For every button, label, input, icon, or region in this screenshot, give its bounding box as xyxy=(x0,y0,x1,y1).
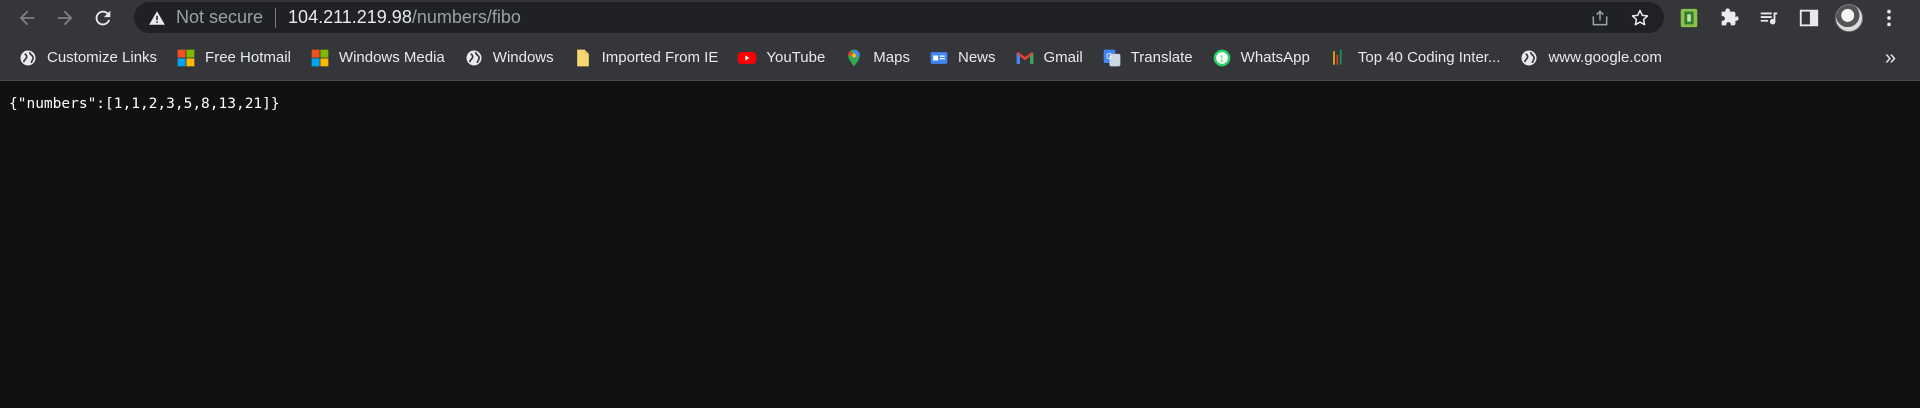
bookmark-item[interactable]: Free Hotmail xyxy=(176,42,300,74)
green-extension-icon xyxy=(1680,8,1698,27)
bookmark-item[interactable]: Imported From IE xyxy=(573,42,728,74)
bookmark-item[interactable]: Top 40 Coding Inter... xyxy=(1329,42,1510,74)
bookmark-item[interactable]: Windows Media xyxy=(310,42,454,74)
svg-text:1: 1 xyxy=(1219,54,1224,63)
arrow-left-icon xyxy=(19,10,35,25)
side-panel-icon xyxy=(1799,9,1819,26)
forward-button[interactable] xyxy=(46,0,84,35)
reload-icon xyxy=(95,10,111,25)
security-status[interactable]: Not secure xyxy=(176,7,263,28)
bookmarks-bar: Customize Links Free Hotmail Windows Media… xyxy=(0,35,1920,81)
bookmark-label: Maps xyxy=(873,49,910,66)
gmail-icon xyxy=(1015,48,1035,68)
menu-button[interactable] xyxy=(1872,0,1906,35)
extensions-area xyxy=(1672,0,1906,35)
json-response: {"numbers":[1,1,2,3,5,8,13,21]} xyxy=(9,96,280,112)
bookmark-label: News xyxy=(957,49,996,66)
media-button[interactable] xyxy=(1752,0,1786,35)
arrow-right-icon xyxy=(57,10,73,25)
url-path: /numbers/fibo xyxy=(411,7,521,27)
reload-button[interactable] xyxy=(84,0,122,35)
translate-icon: G xyxy=(1102,48,1122,68)
globe-icon xyxy=(1519,48,1539,68)
globe-icon xyxy=(18,48,38,68)
maps-icon xyxy=(844,48,864,68)
youtube-icon xyxy=(737,48,757,68)
browser-toolbar: Not secure 104.211.219.98/numbers/fibo xyxy=(0,0,1920,35)
bookmark-label: Translate xyxy=(1130,49,1193,66)
extensions-button[interactable] xyxy=(1712,0,1746,35)
bookmark-item[interactable]: Customize Links xyxy=(18,42,166,74)
side-panel-button[interactable] xyxy=(1792,0,1826,35)
bookmark-item[interactable]: News xyxy=(929,42,1005,74)
more-bookmarks-button[interactable]: » xyxy=(1885,35,1896,81)
url-host: 104.211.219.98 xyxy=(288,7,412,27)
bookmark-label: Free Hotmail xyxy=(205,49,291,66)
page-content: {"numbers":[1,1,2,3,5,8,13,21]} xyxy=(0,82,1920,408)
bookmark-item[interactable]: Windows xyxy=(464,42,563,74)
bookmark-item[interactable]: Gmail xyxy=(1015,42,1092,74)
bookmark-item[interactable]: YouTube xyxy=(737,42,834,74)
share-icon[interactable] xyxy=(1590,8,1610,28)
omnibox-divider xyxy=(275,7,277,28)
globe-icon xyxy=(464,48,484,68)
extension-button[interactable] xyxy=(1672,0,1706,35)
profile-button[interactable] xyxy=(1832,0,1866,35)
microsoft-icon xyxy=(310,48,330,68)
bookmark-label: Top 40 Coding Inter... xyxy=(1357,49,1501,66)
bookmark-label: www.google.com xyxy=(1548,49,1662,66)
warning-icon xyxy=(149,10,165,25)
chart-bars-icon xyxy=(1329,48,1349,68)
address-bar[interactable]: Not secure 104.211.219.98/numbers/fibo xyxy=(134,2,1664,33)
bookmark-item[interactable]: www.google.com xyxy=(1519,42,1670,74)
folder-icon xyxy=(573,48,593,68)
bookmark-label: Customize Links xyxy=(47,49,158,66)
back-button[interactable] xyxy=(8,0,46,35)
bookmark-label: Gmail xyxy=(1043,49,1083,66)
bookmark-label: Imported From IE xyxy=(601,49,719,66)
bookmark-label: Windows Media xyxy=(338,49,445,66)
kebab-menu-icon xyxy=(1887,9,1891,26)
svg-text:G: G xyxy=(1106,51,1112,60)
news-icon xyxy=(929,48,949,68)
star-icon[interactable] xyxy=(1630,8,1650,28)
avatar xyxy=(1835,3,1863,32)
bookmark-label: YouTube xyxy=(766,49,826,66)
whatsapp-icon: 1 xyxy=(1212,48,1232,68)
bookmark-label: WhatsApp xyxy=(1240,49,1310,66)
omnibox-actions xyxy=(1590,2,1650,33)
bookmark-item[interactable]: Maps xyxy=(844,42,919,74)
bookmark-label: Windows xyxy=(492,49,554,66)
music-queue-icon xyxy=(1760,12,1778,24)
microsoft-icon xyxy=(176,48,196,68)
bookmark-item[interactable]: G Translate xyxy=(1102,42,1202,74)
puzzle-icon xyxy=(1721,7,1739,25)
bookmark-item[interactable]: 1 WhatsApp xyxy=(1212,42,1319,74)
